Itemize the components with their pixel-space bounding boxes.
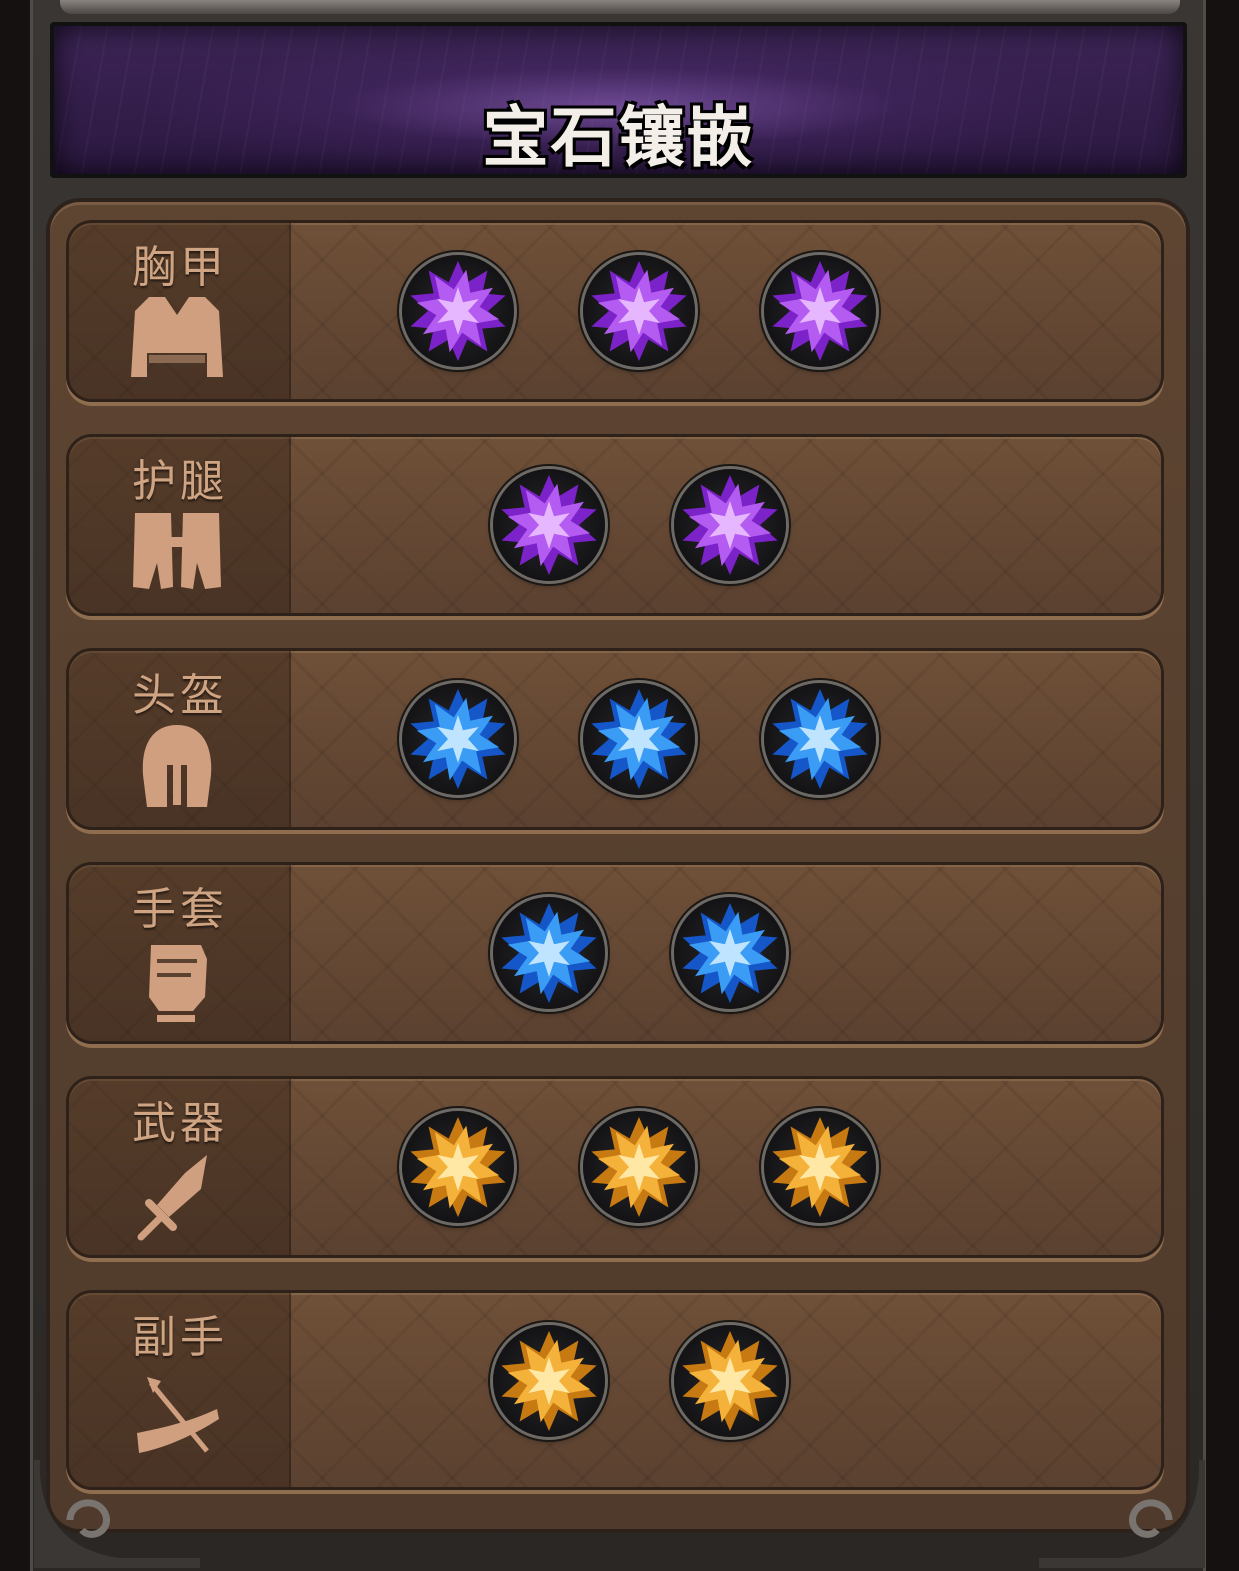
blue-gem[interactable]: [492, 897, 605, 1009]
slot-row-helmet[interactable]: 头盔: [66, 648, 1164, 830]
gem-star-icon: [500, 475, 597, 575]
gold-gem[interactable]: [583, 1111, 695, 1223]
slot-row-gloves[interactable]: 手套: [66, 862, 1164, 1044]
gem-star-icon: [500, 1331, 597, 1431]
purple-gem[interactable]: [673, 469, 786, 581]
corner-ornament-right: [1039, 1460, 1205, 1568]
purple-gem[interactable]: [402, 255, 514, 367]
gold-gem[interactable]: [764, 1111, 876, 1223]
gem-star-icon: [591, 689, 687, 789]
gem-star-icon: [772, 1117, 868, 1217]
gem-star-icon: [681, 475, 778, 575]
slot-row-chest[interactable]: 胸甲: [66, 220, 1164, 402]
title-banner: 宝石镶嵌: [50, 22, 1187, 178]
slot-name: 头盔: [132, 670, 228, 721]
frame-top-edge: [60, 0, 1180, 14]
gem-star-icon: [772, 261, 868, 361]
slot-name: 副手: [132, 1312, 228, 1363]
gem-star-icon: [500, 903, 597, 1003]
purple-gem[interactable]: [764, 255, 876, 367]
blue-gem[interactable]: [673, 897, 786, 1009]
gold-gem[interactable]: [402, 1111, 514, 1223]
slot-name: 手套: [132, 884, 228, 935]
slot-row-legs[interactable]: 护腿: [66, 434, 1164, 616]
purple-gem[interactable]: [492, 469, 605, 581]
gem-star-icon: [591, 261, 687, 361]
slot-name: 武器: [132, 1098, 228, 1149]
blue-gem[interactable]: [402, 683, 514, 795]
slot-name: 护腿: [132, 456, 228, 507]
page-title: 宝石镶嵌: [482, 99, 755, 176]
gem-star-icon: [681, 903, 778, 1003]
slot-name: 胸甲: [132, 242, 228, 293]
sword-icon: [137, 1155, 207, 1241]
leg-armor-icon: [133, 513, 221, 589]
slot-row-offhand[interactable]: 副手: [66, 1290, 1164, 1490]
corner-ornament-left: [34, 1460, 200, 1568]
purple-gem[interactable]: [583, 255, 695, 367]
gem-star-icon: [591, 1117, 687, 1217]
helmet-icon: [142, 725, 212, 807]
gem-star-icon: [410, 689, 506, 789]
gem-star-icon: [681, 1331, 778, 1431]
blue-gem[interactable]: [583, 683, 695, 795]
blue-gem[interactable]: [764, 683, 876, 795]
gem-socket-panel: 胸甲 护腿 头盔 手套 武器 副手: [46, 198, 1190, 1533]
gold-gem[interactable]: [673, 1325, 786, 1437]
gem-star-icon: [772, 689, 868, 789]
gem-star-icon: [410, 261, 506, 361]
chest-armor-icon: [131, 297, 223, 377]
gem-star-icon: [410, 1117, 506, 1217]
gold-gem[interactable]: [492, 1325, 605, 1437]
gauntlet-fist-icon: [149, 945, 207, 1022]
slot-row-weapon[interactable]: 武器: [66, 1076, 1164, 1258]
